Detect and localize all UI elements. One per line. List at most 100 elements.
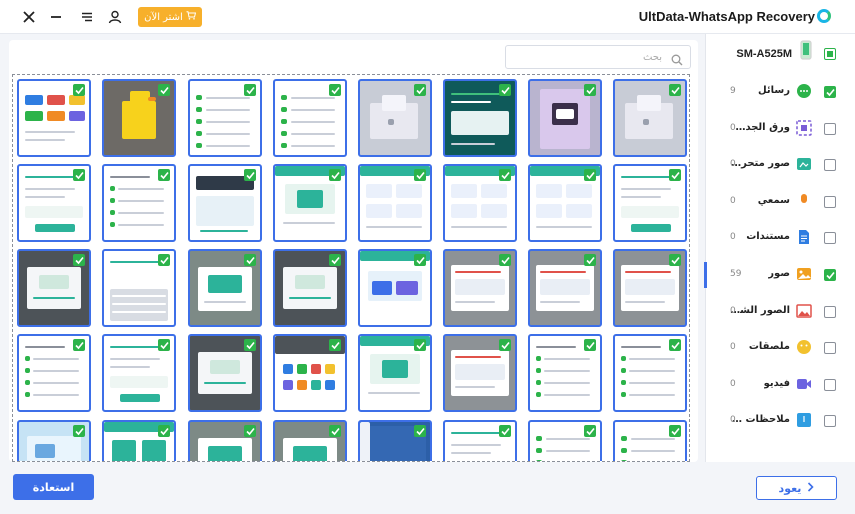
thumbnail-checkbox[interactable] [499, 425, 511, 437]
restore-button[interactable]: استعادة [13, 474, 94, 500]
sidebar-item-sticker[interactable]: ملصقات 0 [706, 330, 855, 366]
thumbnail-checkbox[interactable] [669, 169, 681, 181]
search-box[interactable] [505, 45, 691, 69]
thumbnail-checkbox[interactable] [669, 254, 681, 266]
photo-thumbnail[interactable] [443, 79, 517, 157]
photo-thumbnail[interactable] [102, 79, 176, 157]
thumbnail-checkbox[interactable] [669, 425, 681, 437]
thumbnail-checkbox[interactable] [414, 169, 426, 181]
thumbnail-checkbox[interactable] [584, 169, 596, 181]
thumbnail-checkbox[interactable] [584, 339, 596, 351]
category-checkbox[interactable] [824, 305, 836, 318]
photo-thumbnail[interactable] [358, 79, 432, 157]
buy-now-button[interactable]: اشتر الآن [138, 7, 202, 27]
thumbnail-checkbox[interactable] [73, 254, 85, 266]
photo-thumbnail[interactable] [17, 334, 91, 412]
category-checkbox[interactable] [824, 86, 836, 98]
thumbnail-checkbox[interactable] [584, 254, 596, 266]
sidebar-item-document[interactable]: مستندات 0 [706, 220, 855, 256]
sidebar-item-wallpaper[interactable]: ورق الجدران 0 [706, 111, 855, 147]
thumbnail-checkbox[interactable] [414, 84, 426, 96]
sidebar-item-microphone[interactable]: سمعي 0 [706, 184, 855, 220]
search-input[interactable] [512, 49, 662, 65]
category-checkbox[interactable] [824, 269, 836, 281]
thumbnail-checkbox[interactable] [499, 339, 511, 351]
thumbnail-checkbox[interactable] [158, 254, 170, 266]
photo-thumbnail[interactable] [102, 334, 176, 412]
user-icon[interactable] [106, 8, 124, 26]
photo-thumbnail[interactable] [613, 79, 687, 157]
photo-thumbnail[interactable] [613, 164, 687, 242]
category-checkbox[interactable] [824, 159, 836, 172]
photo-thumbnail[interactable] [273, 164, 347, 242]
thumbnail-checkbox[interactable] [669, 339, 681, 351]
category-checkbox[interactable] [824, 415, 836, 428]
thumbnail-checkbox[interactable] [244, 425, 256, 437]
photo-thumbnail[interactable] [273, 249, 347, 327]
photo-thumbnail[interactable] [273, 334, 347, 412]
thumbnail-checkbox[interactable] [73, 169, 85, 181]
photo-thumbnail[interactable] [102, 420, 176, 461]
thumbnail-checkbox[interactable] [414, 254, 426, 266]
thumbnail-checkbox[interactable] [329, 425, 341, 437]
device-checkbox[interactable] [824, 48, 836, 60]
photo-thumbnail[interactable] [273, 420, 347, 461]
photo-thumbnail[interactable] [102, 249, 176, 327]
thumbnail-checkbox[interactable] [73, 84, 85, 96]
thumbnail-checkbox[interactable] [73, 425, 85, 437]
thumbnail-checkbox[interactable] [329, 169, 341, 181]
thumbnail-checkbox[interactable] [414, 425, 426, 437]
photo-thumbnail[interactable] [188, 164, 262, 242]
photo-thumbnail[interactable] [358, 164, 432, 242]
thumbnail-checkbox[interactable] [329, 84, 341, 96]
photo-thumbnail[interactable] [273, 79, 347, 157]
photo-thumbnail[interactable] [17, 79, 91, 157]
category-checkbox[interactable] [824, 342, 836, 355]
close-icon[interactable] [20, 8, 38, 26]
photo-thumbnail[interactable] [528, 334, 602, 412]
photo-thumbnail[interactable] [358, 249, 432, 327]
thumbnail-checkbox[interactable] [329, 339, 341, 351]
category-checkbox[interactable] [824, 232, 836, 245]
photo-thumbnail[interactable] [188, 420, 262, 461]
photo-thumbnail[interactable] [188, 334, 262, 412]
thumbnail-checkbox[interactable] [244, 84, 256, 96]
thumbnail-checkbox[interactable] [73, 339, 85, 351]
thumbnail-checkbox[interactable] [499, 84, 511, 96]
photo-thumbnail[interactable] [613, 249, 687, 327]
thumbnail-checkbox[interactable] [244, 169, 256, 181]
sidebar-item-video[interactable]: فيديو 0 [706, 367, 855, 403]
photo-thumbnail[interactable] [17, 249, 91, 327]
menu-icon[interactable] [78, 8, 96, 26]
device-row[interactable]: SM-A525M [706, 36, 855, 72]
photo-thumbnail[interactable] [188, 79, 262, 157]
photo-thumbnail[interactable] [613, 420, 687, 461]
thumbnail-checkbox[interactable] [244, 339, 256, 351]
thumbnail-checkbox[interactable] [584, 425, 596, 437]
thumbnail-checkbox[interactable] [329, 254, 341, 266]
photo-thumbnail[interactable] [358, 420, 432, 461]
photo-thumbnail[interactable] [102, 164, 176, 242]
thumbnail-checkbox[interactable] [499, 169, 511, 181]
photo-thumbnail[interactable] [613, 334, 687, 412]
thumbnail-checkbox[interactable] [499, 254, 511, 266]
thumbnail-checkbox[interactable] [669, 84, 681, 96]
photo-thumbnail[interactable] [188, 249, 262, 327]
category-checkbox[interactable] [824, 195, 836, 208]
photo-thumbnail[interactable] [528, 249, 602, 327]
sidebar-item-photo[interactable]: صور 59 [706, 257, 855, 293]
photo-thumbnail[interactable] [528, 164, 602, 242]
category-checkbox[interactable] [824, 122, 836, 135]
minimize-icon[interactable] [47, 8, 65, 26]
photo-thumbnail[interactable] [443, 249, 517, 327]
photo-thumbnail[interactable] [528, 79, 602, 157]
photo-thumbnail[interactable] [443, 334, 517, 412]
thumbnail-checkbox[interactable] [158, 169, 170, 181]
sidebar-item-profile-photo[interactable]: الصور الشخ...0 [706, 294, 855, 330]
sidebar-item-message[interactable]: رسائل 9 [706, 74, 855, 110]
category-checkbox[interactable] [824, 378, 836, 391]
thumbnail-checkbox[interactable] [414, 339, 426, 351]
back-button[interactable]: يعود [756, 476, 837, 500]
photo-thumbnail[interactable] [17, 164, 91, 242]
thumbnail-checkbox[interactable] [244, 254, 256, 266]
